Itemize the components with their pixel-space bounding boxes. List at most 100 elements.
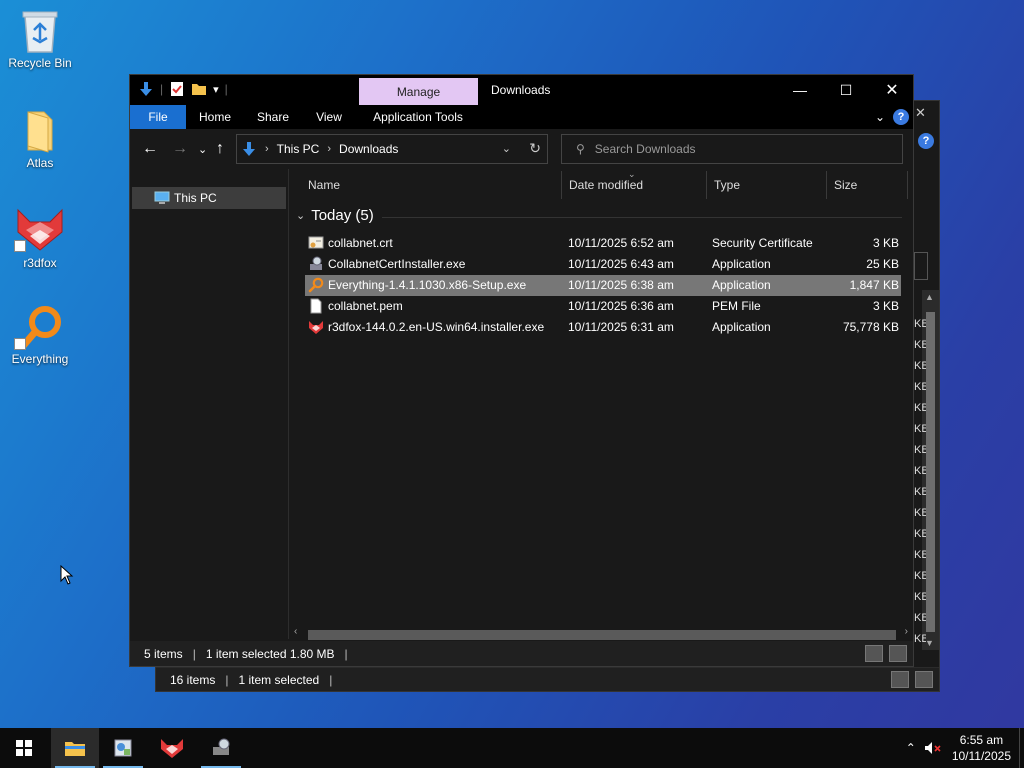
refresh-icon[interactable]: ↻ [529,140,541,157]
customize-quick-access-icon[interactable]: ▾ [213,83,219,96]
details-view-button[interactable] [865,645,883,662]
computer-icon [154,191,170,204]
quick-access-toolbar: | ▾ | [138,81,228,97]
clock-date: 10/11/2025 [951,749,1011,763]
tab-view[interactable]: View [306,105,352,129]
file-explorer-icon [65,742,85,756]
breadcrumb-this-pc[interactable]: This PC [277,142,320,156]
tab-share[interactable]: Share [250,105,296,129]
nav-item-this-pc[interactable]: This PC [132,187,286,209]
taskbar-file-explorer[interactable] [51,728,99,768]
background-size-fragment: KB [914,570,926,582]
file-name: collabnet.crt [328,236,393,250]
large-icons-view-button[interactable] [889,645,907,662]
background-help-icon[interactable]: ? [918,133,934,149]
desktop-icon-r3dfox[interactable]: r3dfox [0,206,80,270]
clock[interactable]: 6:55 am 10/11/2025 [952,732,1011,764]
file-row[interactable]: collabnet.pem 10/11/2025 6:36 am PEM File 3… [305,296,901,317]
file-type: Security Certificate [712,236,813,250]
desktop-icon-atlas[interactable]: Atlas [0,108,80,170]
properties-icon[interactable] [169,81,185,97]
status-separator: | [344,646,348,661]
background-size-fragment: KB [914,507,926,519]
minimize-button[interactable]: — [777,75,823,105]
maximize-button[interactable]: ☐ [823,75,869,105]
forward-button[interactable]: → [172,140,188,158]
background-size-fragment: KB [914,465,926,477]
system-tray: ⌃ 6:55 am 10/11/2025 [906,728,1024,768]
show-desktop-button[interactable] [1019,728,1024,768]
group-header-today[interactable]: ⌄ Today (5) [296,207,374,224]
scroll-thumb[interactable] [308,630,896,640]
breadcrumb-downloads[interactable]: Downloads [339,142,398,156]
file-row[interactable]: CollabnetCertInstaller.exe 10/11/2025 6:4… [305,254,901,275]
desktop-icon-everything[interactable]: Everything [0,304,80,366]
installer-icon [308,256,324,272]
desktop-icon-recycle-bin[interactable]: Recycle Bin [0,8,80,70]
details-view-button[interactable] [891,671,909,688]
address-bar[interactable]: › This PC › Downloads ⌄ ↻ [236,134,548,164]
file-size: 75,778 KB [842,320,899,334]
column-header-name[interactable]: Name [302,171,562,199]
file-date-modified: 10/11/2025 6:52 am [568,236,674,250]
file-name: Everything-1.4.1.1030.x86-Setup.exe [328,278,527,292]
downloads-icon [243,142,255,156]
group-divider [382,217,902,218]
certificate-icon [308,235,324,251]
breadcrumb-chevron-icon: › [327,143,332,155]
status-bar: 5 items | 1 item selected 1.80 MB | [130,641,913,666]
background-size-fragment: KB [914,402,926,414]
expand-ribbon-icon[interactable]: ⌄ [875,110,885,124]
desktop-icon-label: Everything [11,352,69,366]
shortcut-arrow-icon [14,338,26,350]
explorer-window[interactable]: | ▾ | Manage Downloads — ☐ ✕ File Home S… [129,74,914,667]
scroll-right-icon[interactable]: › [905,626,908,637]
taskbar-installer[interactable] [197,728,245,768]
tab-home[interactable]: Home [192,105,238,129]
desktop-icon-label: r3dfox [23,256,57,270]
up-button[interactable]: ↑ [216,140,224,158]
window-title: Downloads [491,83,551,97]
back-button[interactable]: ← [142,140,158,158]
new-folder-icon[interactable] [191,81,207,97]
column-header-date-modified[interactable]: Date modified [563,171,707,199]
recycle-bin-icon [22,11,58,53]
tab-application-tools[interactable]: Application Tools [362,105,474,129]
taskbar: ⌃ 6:55 am 10/11/2025 [0,728,1024,768]
recent-locations-chevron-icon[interactable]: ⌄ [198,143,207,156]
file-date-modified: 10/11/2025 6:36 am [568,299,674,313]
title-bar[interactable]: | ▾ | Manage Downloads — ☐ ✕ [130,75,913,105]
large-icons-view-button[interactable] [915,671,933,688]
volume-muted-icon[interactable] [924,741,942,755]
file-row[interactable]: r3dfox-144.0.2.en-US.win64.installer.exe… [305,317,901,338]
taskbar-r3dfox[interactable] [148,728,196,768]
taskbar-control-panel[interactable] [99,728,147,768]
show-hidden-icons-icon[interactable]: ⌃ [906,741,916,755]
status-separator: | [329,672,333,687]
pane-divider[interactable] [288,169,289,639]
search-placeholder: Search Downloads [594,142,696,156]
close-button[interactable]: ✕ [869,75,915,105]
start-button[interactable] [0,728,48,768]
column-header-type[interactable]: Type [708,171,827,199]
horizontal-scrollbar[interactable]: ‹ › [290,626,912,642]
column-header-size[interactable]: Size [828,171,908,199]
file-row[interactable]: Everything-1.4.1.1030.x86-Setup.exe 10/11… [305,275,901,296]
desktop-icon-label: Recycle Bin [8,56,72,70]
background-size-fragment: KB [914,591,926,603]
file-type: Application [712,278,771,292]
collapse-group-icon[interactable]: ⌄ [296,209,305,222]
file-name: collabnet.pem [328,299,403,313]
background-item-count: 16 items [170,672,216,687]
r3dfox-icon [308,319,324,335]
background-size-fragment: KB [914,612,926,624]
search-box[interactable]: ⚲ Search Downloads [561,134,903,164]
tab-file[interactable]: File [130,105,186,129]
help-icon[interactable]: ? [893,109,909,125]
background-window-close-fragment[interactable]: ✕ [913,105,939,121]
background-size-fragment: KB [914,486,926,498]
scroll-left-icon[interactable]: ‹ [294,626,297,637]
address-dropdown-icon[interactable]: ⌄ [502,142,511,155]
file-row[interactable]: collabnet.crt 10/11/2025 6:52 am Security … [305,233,901,254]
manage-context-tab[interactable]: Manage [359,78,478,105]
